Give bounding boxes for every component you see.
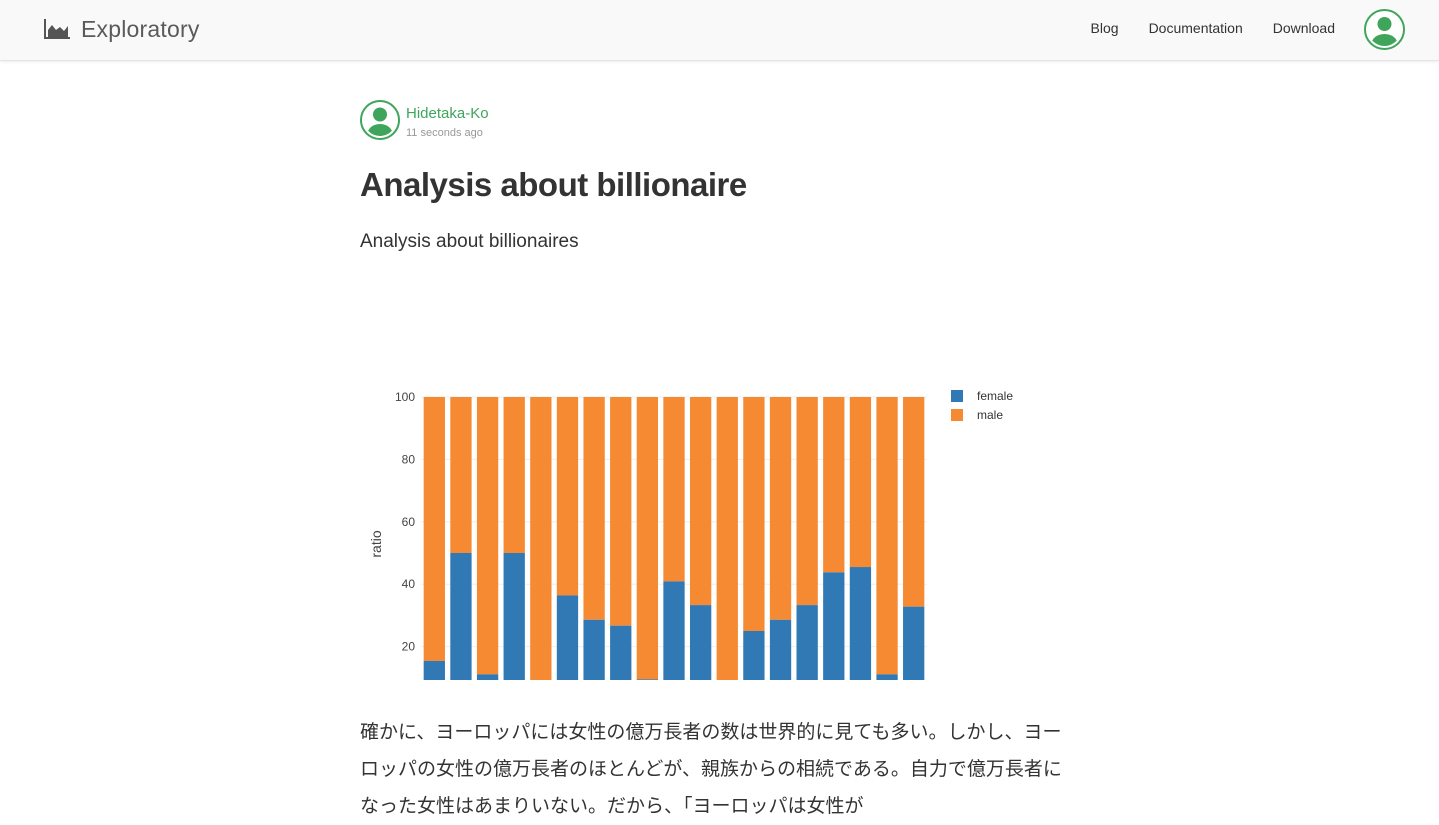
bar-female — [743, 631, 765, 709]
page-title: Analysis about billionaire — [360, 166, 747, 203]
bar-male — [636, 397, 659, 680]
bar-female — [769, 619, 792, 709]
y-tick-label: 100 — [395, 390, 415, 404]
brand-link[interactable]: Exploratory — [44, 14, 200, 44]
brand-name: Exploratory — [81, 15, 200, 42]
y-tick-label: 60 — [402, 515, 416, 529]
bar-male — [743, 397, 765, 631]
chart-svg: 020406080100ItalyAustraliaCanadaChileEgy… — [368, 389, 1013, 769]
bar-male — [903, 397, 925, 607]
bar-female — [663, 581, 685, 709]
bar-female — [903, 606, 925, 709]
bar-female — [423, 660, 445, 709]
author-row: Hidetaka-Ko 11 seconds ago — [360, 100, 1080, 142]
bar-female — [823, 572, 845, 709]
y-tick-label: 20 — [402, 640, 416, 654]
bar-male — [583, 397, 605, 620]
bar-male — [823, 397, 845, 573]
y-tick-label: 40 — [402, 577, 416, 591]
author-avatar-icon[interactable] — [360, 100, 400, 140]
bar-male — [530, 397, 552, 709]
bar-male — [476, 397, 499, 675]
bar-male — [503, 397, 525, 553]
user-avatar-icon[interactable] — [1364, 9, 1405, 50]
nav-link-documentation[interactable]: Documentation — [1149, 20, 1243, 36]
bar-female — [849, 567, 872, 709]
bar-male — [450, 397, 472, 553]
bar-female — [503, 553, 525, 709]
bar-male — [796, 397, 818, 606]
article-subtitle: Analysis about billionaires — [360, 231, 579, 252]
bar-male — [689, 397, 712, 606]
bar-male — [849, 397, 872, 568]
bar-female — [796, 605, 818, 709]
bar-female — [636, 679, 659, 709]
bar-female — [610, 625, 632, 709]
legend-label: female — [977, 389, 1013, 403]
y-axis-title: ratio — [368, 530, 384, 557]
bar-male — [610, 397, 632, 626]
bar-male — [876, 397, 898, 675]
bar-female — [476, 674, 499, 709]
stacked-bar-chart: 020406080100ItalyAustraliaCanadaChileEgy… — [360, 280, 1080, 769]
article: Hidetaka-Ko 11 seconds ago Analysis abou… — [360, 100, 1080, 817]
bar-female — [583, 619, 605, 709]
chart-logo-icon — [44, 18, 71, 40]
legend-swatch — [951, 409, 963, 421]
bar-female — [876, 674, 898, 709]
bar-female — [556, 595, 579, 709]
legend-swatch — [951, 390, 963, 402]
bar-male — [769, 397, 792, 620]
bar-male — [716, 397, 738, 709]
bar-male — [663, 397, 685, 582]
post-timestamp: 11 seconds ago — [406, 127, 483, 139]
author-name-link[interactable]: Hidetaka-Ko — [406, 105, 489, 122]
legend-label: male — [977, 408, 1003, 422]
bar-male — [556, 397, 579, 596]
nav-link-download[interactable]: Download — [1273, 20, 1335, 36]
nav-link-blog[interactable]: Blog — [1091, 20, 1119, 36]
top-navbar: Exploratory Blog Documentation Download — [0, 0, 1439, 61]
bar-female — [689, 605, 712, 709]
nav-links: Blog Documentation Download — [1091, 20, 1335, 36]
bar-female — [450, 553, 472, 709]
bar-male — [423, 397, 445, 661]
article-body: 確かに、ヨーロッパには女性の億万長者の数は世界的に見ても多い。しかし、ヨーロッパ… — [360, 721, 1062, 817]
y-tick-label: 80 — [402, 452, 416, 466]
